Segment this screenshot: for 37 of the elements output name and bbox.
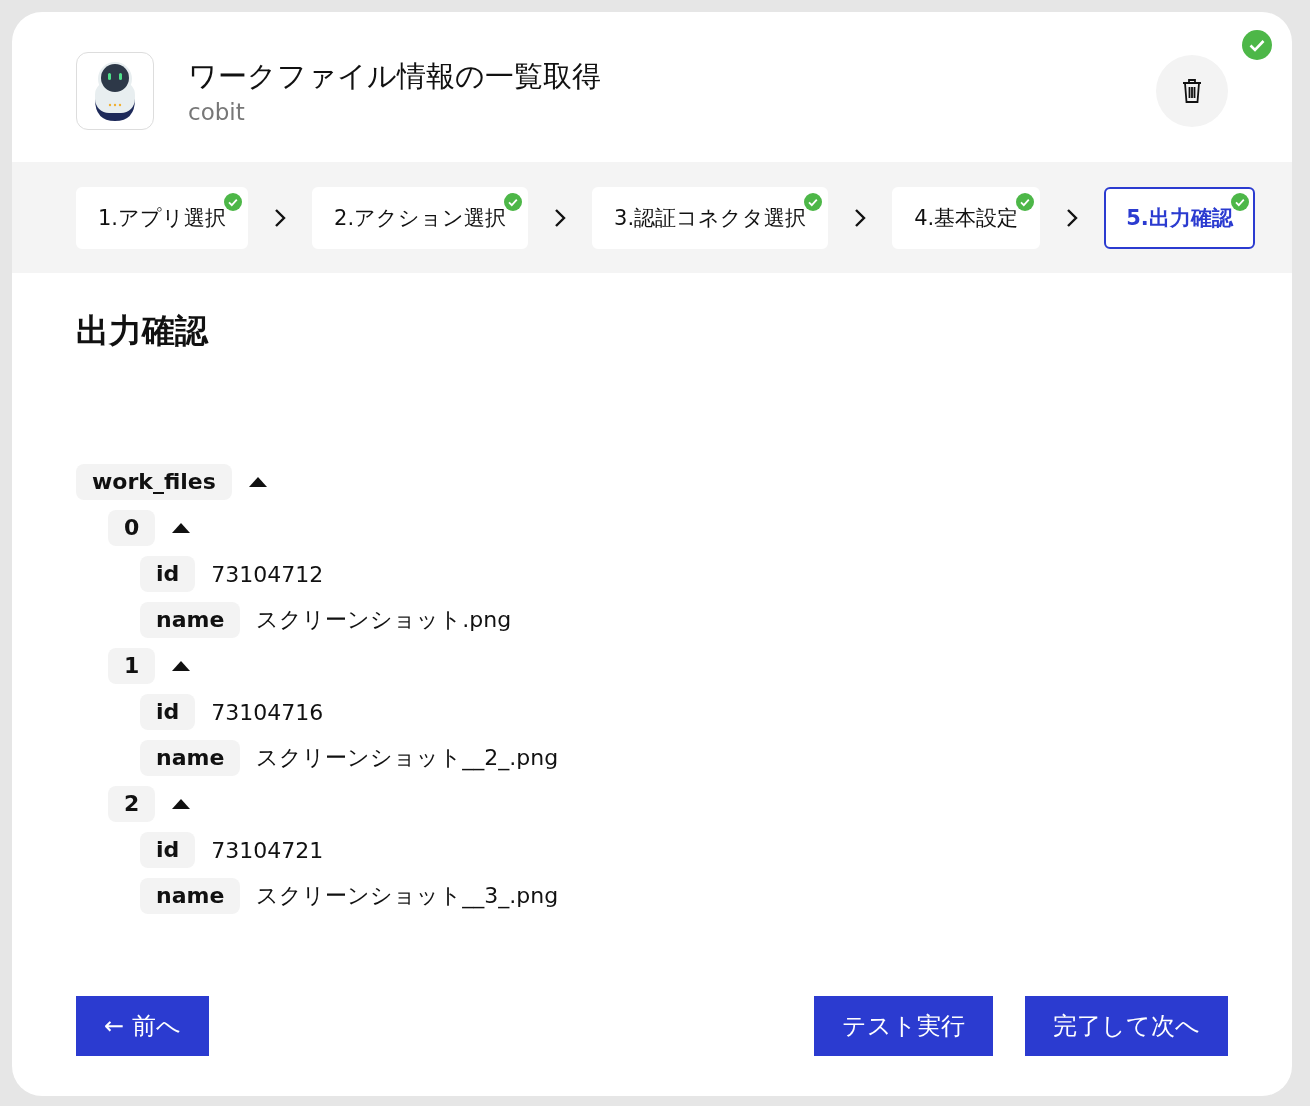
output-value: スクリーンショット__3_.png xyxy=(256,882,559,911)
trash-icon xyxy=(1181,78,1203,104)
collapse-triangle-icon[interactable] xyxy=(171,660,192,672)
section-title: 出力確認 xyxy=(76,310,210,352)
collapse-triangle-icon[interactable] xyxy=(171,522,192,534)
output-key: name xyxy=(140,740,241,776)
output-key: name xyxy=(140,878,241,914)
finish-next-button[interactable]: 完了して次へ xyxy=(1025,996,1228,1056)
step-tab[interactable]: 5.出力確認 xyxy=(1104,186,1255,249)
chevron-right-icon xyxy=(1066,207,1079,228)
chevron-right-icon xyxy=(854,207,867,228)
step-tab[interactable]: 2.アクション選択 xyxy=(312,186,529,249)
app-name: cobit xyxy=(188,99,246,125)
output-key: id xyxy=(140,694,196,730)
output-key: 2 xyxy=(108,786,156,822)
chevron-right-icon xyxy=(274,207,287,228)
collapse-triangle-icon[interactable] xyxy=(247,476,268,488)
output-value: 73104721 xyxy=(211,837,324,863)
chevron-right-icon xyxy=(554,207,567,228)
output-value: 73104716 xyxy=(211,699,324,725)
output-key: 1 xyxy=(108,648,156,684)
output-key: work_files xyxy=(76,464,232,500)
collapse-triangle-icon[interactable] xyxy=(171,798,192,810)
output-key: id xyxy=(140,832,196,868)
output-key: id xyxy=(140,556,196,592)
output-value: スクリーンショット.png xyxy=(256,606,512,634)
back-button[interactable]: ← 前へ xyxy=(76,996,209,1056)
action-title: ワークファイル情報の一覧取得 xyxy=(188,58,602,95)
output-value: 73104712 xyxy=(211,561,324,587)
step-tab[interactable]: 1.アプリ選択 xyxy=(76,186,249,249)
step-tab[interactable]: 3.認証コネクタ選択 xyxy=(592,186,829,249)
output-value: スクリーンショット__2_.png xyxy=(256,744,559,773)
test-run-button[interactable]: テスト実行 xyxy=(814,996,993,1056)
step-tab[interactable]: 4.基本設定 xyxy=(892,186,1041,249)
output-key: 0 xyxy=(108,510,156,546)
robot-icon xyxy=(76,52,154,130)
output-key: name xyxy=(140,602,241,638)
